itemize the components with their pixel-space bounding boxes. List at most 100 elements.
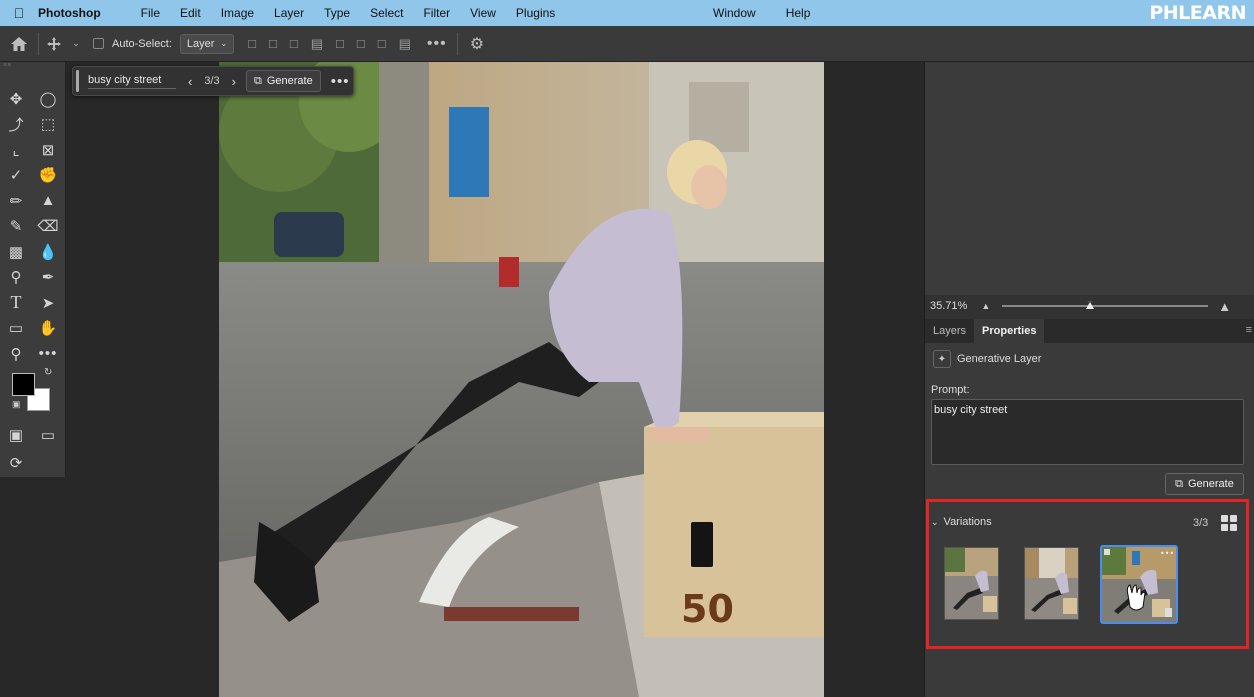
color-swatches: ↻ ▣: [0, 367, 65, 417]
generate-icon: ⧉: [1175, 477, 1183, 490]
menu-file[interactable]: File: [141, 6, 160, 20]
chevron-down-icon: ⌄: [220, 39, 228, 48]
align-bottom-icon[interactable]: □: [378, 36, 386, 52]
zoom-percentage[interactable]: 35.71%: [930, 300, 967, 312]
history-brush-icon[interactable]: ✎: [0, 214, 32, 240]
zoom-out-icon[interactable]: ▲: [981, 301, 990, 311]
menu-window[interactable]: Window: [713, 6, 756, 20]
brand-watermark: PHLEARN: [1149, 2, 1246, 24]
taskbar-variation-count: 3/3: [204, 75, 220, 87]
lasso-tool-icon[interactable]: ⤴: [0, 112, 32, 138]
more-tools-icon[interactable]: •••: [32, 341, 64, 367]
menu-plugins[interactable]: Plugins: [516, 6, 555, 20]
align-top-icon[interactable]: □: [336, 36, 344, 52]
generative-fill-icon[interactable]: ⟳: [0, 449, 32, 477]
move-tool-icon[interactable]: [39, 36, 69, 51]
apple-icon[interactable]: : [0, 5, 38, 21]
object-select-tool-icon[interactable]: ⬚: [32, 112, 64, 138]
auto-select-dropdown[interactable]: Layer ⌄: [179, 33, 235, 54]
swap-colors-icon[interactable]: ↻: [44, 367, 52, 378]
distribute-icon[interactable]: ▤: [311, 36, 323, 52]
tab-layers[interactable]: Layers: [925, 319, 974, 343]
align-middle-icon[interactable]: □: [357, 36, 365, 52]
auto-select-label: Auto-Select:: [112, 37, 172, 50]
dodge-tool-icon[interactable]: ⚲: [0, 265, 32, 291]
menu-image[interactable]: Image: [221, 6, 254, 20]
brush-tool-icon[interactable]: ✏: [0, 188, 32, 214]
variations-count: 3/3: [1193, 517, 1209, 529]
menu-help[interactable]: Help: [786, 6, 811, 20]
grid-view-icon[interactable]: [1221, 515, 1237, 531]
panel-tabs: Layers Properties ≡: [925, 319, 1254, 343]
taskbar-generate-button[interactable]: ⧉ Generate: [245, 70, 321, 92]
type-tool-icon[interactable]: T: [0, 290, 32, 316]
chevron-left-icon[interactable]: ‹: [188, 74, 192, 89]
menu-edit[interactable]: Edit: [180, 6, 201, 20]
pen-tool-icon[interactable]: ✒: [32, 265, 64, 291]
prompt-label: Prompt:: [931, 384, 970, 396]
box-number-label: 50: [681, 587, 734, 631]
variations-label: Variations: [943, 516, 992, 528]
menu-right-group: Window Help: [713, 6, 840, 20]
distribute-vertical-icon[interactable]: ▤: [399, 36, 411, 52]
align-right-icon[interactable]: □: [290, 36, 298, 52]
generate-button[interactable]: ⧉ Generate: [1165, 473, 1244, 495]
align-center-icon[interactable]: □: [269, 36, 277, 52]
stamp-tool-icon[interactable]: ▲: [32, 188, 64, 214]
screen-mode-icon[interactable]: ▭: [32, 421, 64, 449]
rectangle-tool-icon[interactable]: ▭: [0, 316, 32, 342]
right-panel-column: 35.71% ▲ ▲ Layers Properties ≡ ✦ Generat…: [924, 62, 1254, 697]
document-image[interactable]: 50: [219, 62, 824, 697]
auto-select-checkbox[interactable]: [93, 38, 104, 49]
prompt-textarea[interactable]: busy city street: [931, 399, 1244, 465]
menu-filter[interactable]: Filter: [423, 6, 450, 20]
more-options-icon[interactable]: •••: [331, 73, 350, 90]
zoom-tool-icon[interactable]: ⚲: [0, 341, 32, 367]
panel-menu-icon[interactable]: ≡: [1246, 324, 1252, 336]
chevron-down-icon[interactable]: ⌄: [69, 38, 83, 49]
svg-text:•••: •••: [1160, 549, 1174, 558]
move-tool-icon[interactable]: ✥: [0, 86, 32, 112]
navigator-zoom-row: 35.71% ▲ ▲: [925, 295, 1254, 317]
variations-header[interactable]: ⌄ Variations: [931, 516, 992, 528]
menu-view[interactable]: View: [470, 6, 496, 20]
marquee-tool-icon[interactable]: ◯: [32, 86, 64, 112]
hand-tool-icon[interactable]: ✋: [32, 316, 64, 342]
zoom-slider[interactable]: [1002, 301, 1209, 309]
zoom-in-icon[interactable]: ▲: [1218, 299, 1231, 314]
drag-handle[interactable]: [76, 70, 79, 92]
properties-panel: ✦ Generative Layer Prompt: busy city str…: [925, 343, 1254, 697]
tab-properties[interactable]: Properties: [974, 319, 1045, 343]
path-select-icon[interactable]: ➤: [32, 290, 64, 316]
menu-type[interactable]: Type: [324, 6, 350, 20]
gear-icon[interactable]: ⚙: [470, 34, 484, 54]
menu-layer[interactable]: Layer: [274, 6, 304, 20]
eyedropper-tool-icon[interactable]: ✓: [0, 163, 32, 189]
variation-thumbnail-1[interactable]: [944, 547, 999, 620]
frame-tool-icon[interactable]: ⊠: [32, 137, 64, 163]
layer-type-label: Generative Layer: [957, 353, 1042, 365]
foreground-color-swatch[interactable]: [12, 372, 35, 396]
taskbar-prompt-input[interactable]: busy city street: [88, 74, 176, 89]
more-options-icon[interactable]: •••: [427, 35, 447, 53]
zoom-slider-thumb[interactable]: [1086, 301, 1095, 309]
blur-tool-icon[interactable]: 💧: [32, 239, 64, 265]
eraser-tool-icon[interactable]: ⌫: [32, 214, 64, 240]
app-menu[interactable]: Photoshop: [38, 6, 101, 20]
quick-mask-icon[interactable]: ▣: [0, 421, 32, 449]
chevron-down-icon: ⌄: [931, 516, 939, 527]
healing-brush-icon[interactable]: ✊: [32, 163, 64, 189]
align-left-icon[interactable]: □: [248, 36, 256, 52]
chevron-right-icon[interactable]: ›: [232, 74, 236, 89]
menu-select[interactable]: Select: [370, 6, 403, 20]
variation-thumbnail-2[interactable]: [1024, 547, 1079, 620]
contextual-task-bar: busy city street ‹ 3/3 › ⧉ Generate •••: [72, 66, 354, 96]
crop-tool-icon[interactable]: ⌞: [0, 137, 32, 163]
variation-thumbnail-3-selected[interactable]: •••: [1100, 545, 1178, 624]
navigator-preview[interactable]: [925, 62, 1254, 295]
gradient-tool-icon[interactable]: ▩: [0, 239, 32, 265]
default-colors-icon[interactable]: ▣: [12, 399, 21, 410]
panel-grip[interactable]: ××: [0, 62, 65, 70]
align-buttons: □ □ □ ▤ □ □ □ ▤: [248, 36, 411, 52]
home-icon[interactable]: [0, 36, 38, 52]
